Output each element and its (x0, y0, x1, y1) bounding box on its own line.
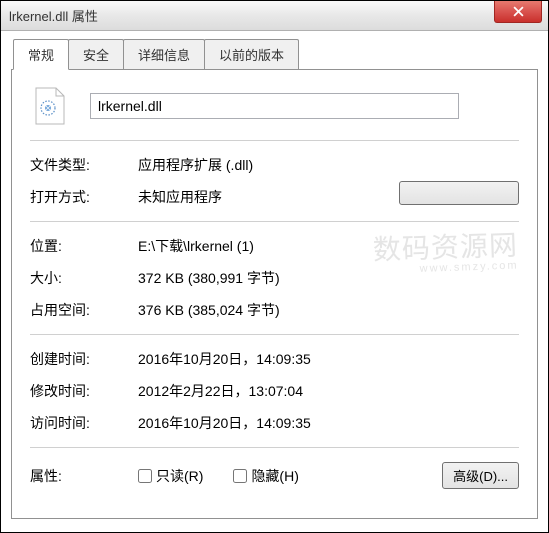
value-filetype: 应用程序扩展 (.dll) (138, 155, 519, 175)
advanced-button[interactable]: 高级(D)... (442, 462, 519, 489)
readonly-checkbox[interactable] (138, 469, 152, 483)
label-attributes: 属性: (30, 466, 138, 486)
separator (30, 140, 519, 141)
row-filetype: 文件类型: 应用程序扩展 (.dll) (30, 149, 519, 181)
tab-previous[interactable]: 以前的版本 (204, 39, 299, 69)
window-title: lrkernel.dll 属性 (9, 6, 98, 25)
close-icon (513, 6, 524, 17)
separator (30, 447, 519, 448)
change-button[interactable] (399, 181, 519, 205)
value-size: 372 KB (380,991 字节) (138, 268, 519, 288)
tab-security[interactable]: 安全 (68, 39, 124, 69)
hidden-checkbox-wrap[interactable]: 隐藏(H) (233, 466, 298, 486)
hidden-label: 隐藏(H) (251, 466, 298, 486)
separator (30, 334, 519, 335)
close-button[interactable] (494, 1, 542, 23)
label-created: 创建时间: (30, 349, 138, 369)
label-openwith: 打开方式: (30, 187, 138, 207)
row-openwith: 打开方式: 未知应用程序 (30, 181, 519, 213)
readonly-checkbox-wrap[interactable]: 只读(R) (138, 466, 203, 486)
tab-panel-general: 文件类型: 应用程序扩展 (.dll) 打开方式: 未知应用程序 位置: E:\… (11, 69, 538, 519)
dll-file-icon (32, 86, 68, 126)
row-location: 位置: E:\下载\lrkernel (1) (30, 230, 519, 262)
label-modified: 修改时间: (30, 381, 138, 401)
row-created: 创建时间: 2016年10月20日，14:09:35 (30, 343, 519, 375)
filename-input[interactable] (90, 93, 459, 119)
label-sizeondisk: 占用空间: (30, 300, 138, 320)
value-modified: 2012年2月22日，13:07:04 (138, 381, 519, 401)
label-location: 位置: (30, 236, 138, 256)
tabstrip: 常规 安全 详细信息 以前的版本 (13, 39, 538, 69)
label-size: 大小: (30, 268, 138, 288)
value-accessed: 2016年10月20日，14:09:35 (138, 413, 519, 433)
value-location: E:\下载\lrkernel (1) (138, 236, 519, 256)
value-created: 2016年10月20日，14:09:35 (138, 349, 519, 369)
file-icon (30, 86, 70, 126)
label-filetype: 文件类型: (30, 155, 138, 175)
separator (30, 221, 519, 222)
file-header-row (30, 86, 519, 126)
hidden-checkbox[interactable] (233, 469, 247, 483)
tab-general[interactable]: 常规 (13, 39, 69, 70)
row-attributes: 属性: 只读(R) 隐藏(H) 高级(D)... (30, 456, 519, 495)
row-accessed: 访问时间: 2016年10月20日，14:09:35 (30, 407, 519, 439)
row-size: 大小: 372 KB (380,991 字节) (30, 262, 519, 294)
tab-details[interactable]: 详细信息 (123, 39, 205, 69)
label-accessed: 访问时间: (30, 413, 138, 433)
row-sizeondisk: 占用空间: 376 KB (385,024 字节) (30, 294, 519, 326)
row-modified: 修改时间: 2012年2月22日，13:07:04 (30, 375, 519, 407)
dialog-body: 常规 安全 详细信息 以前的版本 文件类型: 应用程序扩展 (.dll) (1, 31, 548, 529)
value-sizeondisk: 376 KB (385,024 字节) (138, 300, 519, 320)
readonly-label: 只读(R) (156, 466, 203, 486)
titlebar: lrkernel.dll 属性 (1, 1, 548, 31)
